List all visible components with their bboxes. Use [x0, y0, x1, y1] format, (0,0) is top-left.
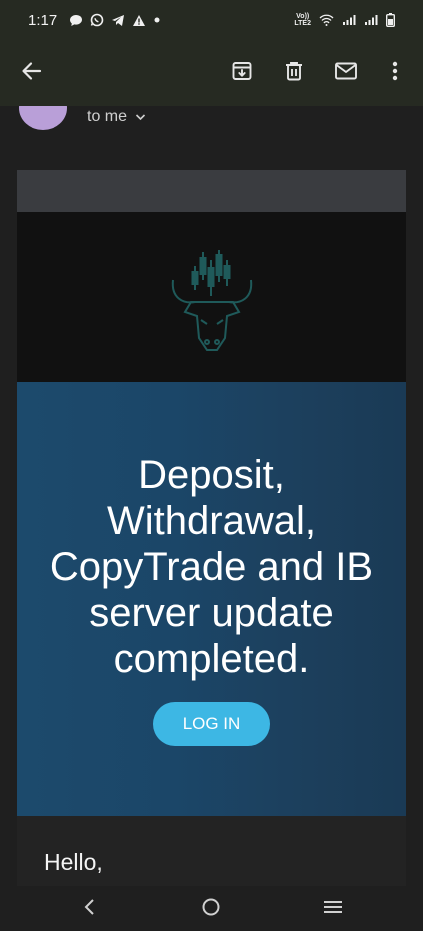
- bull-logo: [165, 246, 259, 358]
- notification-icons: [69, 13, 161, 27]
- nav-back-icon: [83, 898, 97, 921]
- delete-button[interactable]: [278, 57, 310, 89]
- volte-label-top: Vo)): [296, 13, 310, 20]
- more-vert-icon: [391, 60, 399, 87]
- nav-home-icon: [201, 897, 221, 922]
- mark-unread-icon: [334, 61, 358, 86]
- status-bar: 1:17 Vo)) LTE2: [0, 0, 423, 40]
- recipient-label: to me: [87, 108, 128, 125]
- recipient-details-toggle[interactable]: to me: [87, 108, 146, 126]
- archive-button[interactable]: [226, 57, 258, 89]
- sender-header: to me: [0, 106, 423, 146]
- brand-logo-banner: [17, 212, 406, 382]
- nav-recents-button[interactable]: [318, 895, 348, 923]
- status-time: 1:17: [28, 11, 58, 29]
- announcement-hero: Deposit, Withdrawal, CopyTrade and IB se…: [17, 382, 406, 816]
- email-body-content: Deposit, Withdrawal, CopyTrade and IB se…: [17, 170, 406, 886]
- signal-icon: [364, 14, 378, 26]
- delete-icon: [283, 60, 305, 87]
- system-icons: Vo)) LTE2: [294, 13, 395, 27]
- warning-icon: [132, 14, 146, 27]
- chevron-down-icon: [135, 108, 146, 126]
- email-top-strip: [17, 170, 406, 212]
- volte-icon: Vo)) LTE2: [294, 13, 311, 27]
- email-toolbar: [0, 40, 423, 106]
- dot-icon: [153, 16, 161, 24]
- mark-unread-button[interactable]: [330, 57, 362, 89]
- wifi-icon: [319, 14, 334, 26]
- avatar[interactable]: [19, 106, 67, 130]
- headline: Deposit, Withdrawal, CopyTrade and IB se…: [49, 453, 374, 681]
- volte-label-bottom: LTE2: [294, 20, 311, 27]
- chat-bubble-icon: [69, 14, 83, 27]
- more-options-button[interactable]: [379, 57, 411, 89]
- greeting-text: Hello,: [44, 849, 103, 875]
- system-nav-bar: [0, 886, 423, 931]
- back-button[interactable]: [14, 56, 48, 90]
- nav-home-button[interactable]: [196, 895, 226, 923]
- battery-icon: [386, 13, 395, 27]
- email-text-section: Hello,: [17, 816, 406, 886]
- nav-back-button[interactable]: [75, 895, 105, 923]
- login-button[interactable]: LOG IN: [153, 702, 270, 746]
- telegram-icon: [111, 14, 125, 27]
- nav-recents-icon: [323, 899, 343, 920]
- archive-icon: [231, 60, 253, 87]
- whatsapp-icon: [90, 13, 104, 27]
- back-arrow-icon: [20, 60, 42, 87]
- signal-icon: [342, 14, 356, 26]
